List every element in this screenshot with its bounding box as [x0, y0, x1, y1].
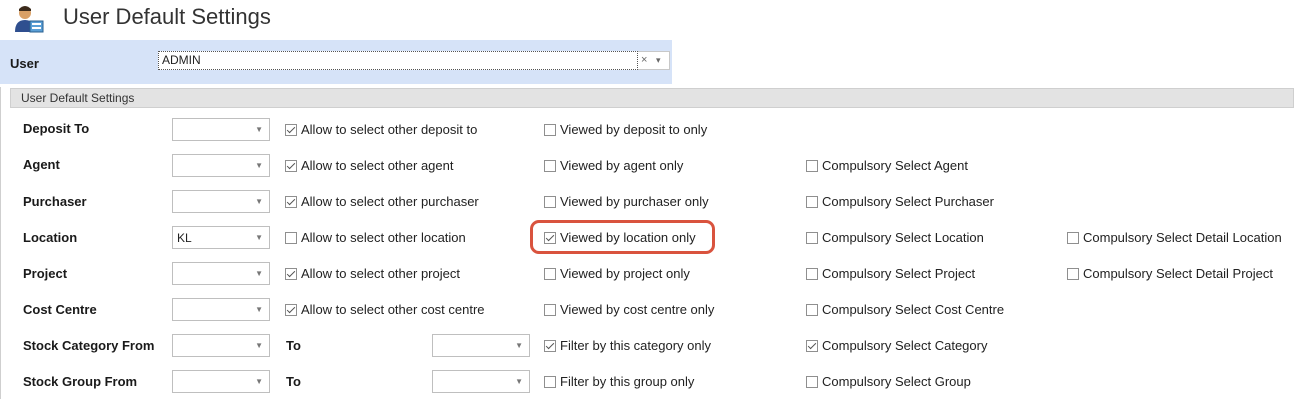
user-input[interactable]: ADMIN — [158, 51, 638, 70]
purchaser-combo[interactable]: ▼ — [172, 190, 270, 213]
chevron-down-icon: ▼ — [255, 125, 263, 134]
label-cost-centre: Cost Centre — [23, 302, 97, 317]
label-location: Location — [23, 230, 78, 245]
clear-icon[interactable]: × — [641, 54, 647, 66]
chevron-down-icon: ▼ — [515, 377, 523, 386]
user-label: User — [10, 56, 39, 71]
title-bar: User Default Settings — [0, 0, 1294, 38]
label-to: To — [286, 374, 301, 389]
chevron-down-icon: ▼ — [255, 161, 263, 170]
label-project: Project — [23, 266, 68, 281]
stock-group-to-combo[interactable]: ▼ — [432, 370, 530, 393]
allow-other-location-checkbox[interactable]: Allow to select other location — [285, 230, 466, 245]
stock-category-to-combo[interactable]: ▼ — [432, 334, 530, 357]
label-agent: Agent — [23, 157, 60, 172]
compulsory-detail-project-checkbox[interactable]: Compulsory Select Detail Project — [1067, 266, 1273, 281]
page-title: User Default Settings — [63, 4, 271, 29]
viewed-by-purchaser-checkbox[interactable]: Viewed by purchaser only — [544, 194, 709, 209]
cost-centre-combo[interactable]: ▼ — [172, 298, 270, 321]
location-combo[interactable]: KL ▼ — [172, 226, 270, 249]
chevron-down-icon: ▼ — [255, 197, 263, 206]
chevron-down-icon[interactable]: ▾ — [656, 55, 661, 66]
chevron-down-icon: ▼ — [255, 269, 263, 278]
compulsory-category-checkbox[interactable]: Compulsory Select Category — [806, 338, 987, 353]
deposit-to-combo[interactable]: ▼ — [172, 118, 270, 141]
group-title: User Default Settings — [21, 91, 135, 105]
compulsory-cost-centre-checkbox[interactable]: Compulsory Select Cost Centre — [806, 302, 1004, 317]
compulsory-detail-location-checkbox[interactable]: Compulsory Select Detail Location — [1067, 230, 1282, 245]
allow-other-agent-checkbox[interactable]: Allow to select other agent — [285, 158, 453, 173]
viewed-by-cost-centre-checkbox[interactable]: Viewed by cost centre only — [544, 302, 714, 317]
chevron-down-icon: ▼ — [255, 233, 263, 242]
compulsory-project-checkbox[interactable]: Compulsory Select Project — [806, 266, 975, 281]
allow-other-project-checkbox[interactable]: Allow to select other project — [285, 266, 460, 281]
chevron-down-icon: ▼ — [515, 341, 523, 350]
label-deposit-to: Deposit To — [23, 121, 90, 136]
project-combo[interactable]: ▼ — [172, 262, 270, 285]
viewed-by-location-checkbox[interactable]: Viewed by location only — [544, 230, 696, 245]
label-purchaser: Purchaser — [23, 194, 87, 209]
group-header: User Default Settings — [10, 88, 1294, 108]
filter-by-group-checkbox[interactable]: Filter by this group only — [544, 374, 694, 389]
label-stock-category-from: Stock Category From — [23, 338, 155, 353]
stock-category-from-combo[interactable]: ▼ — [172, 334, 270, 357]
allow-other-cost-centre-checkbox[interactable]: Allow to select other cost centre — [285, 302, 485, 317]
stock-group-from-combo[interactable]: ▼ — [172, 370, 270, 393]
location-combo-value: KL — [177, 231, 192, 245]
allow-other-deposit-checkbox[interactable]: Allow to select other deposit to — [285, 122, 477, 137]
viewed-by-deposit-checkbox[interactable]: Viewed by deposit to only — [544, 122, 707, 137]
label-stock-group-from: Stock Group From — [23, 374, 138, 389]
viewed-by-agent-checkbox[interactable]: Viewed by agent only — [544, 158, 683, 173]
user-settings-icon — [15, 6, 44, 33]
chevron-down-icon: ▼ — [255, 377, 263, 386]
label-to: To — [286, 338, 301, 353]
chevron-down-icon: ▼ — [255, 305, 263, 314]
allow-other-purchaser-checkbox[interactable]: Allow to select other purchaser — [285, 194, 479, 209]
chevron-down-icon: ▼ — [255, 341, 263, 350]
compulsory-purchaser-checkbox[interactable]: Compulsory Select Purchaser — [806, 194, 994, 209]
agent-combo[interactable]: ▼ — [172, 154, 270, 177]
compulsory-location-checkbox[interactable]: Compulsory Select Location — [806, 230, 984, 245]
viewed-by-project-checkbox[interactable]: Viewed by project only — [544, 266, 690, 281]
compulsory-group-checkbox[interactable]: Compulsory Select Group — [806, 374, 971, 389]
filter-by-category-checkbox[interactable]: Filter by this category only — [544, 338, 711, 353]
compulsory-agent-checkbox[interactable]: Compulsory Select Agent — [806, 158, 968, 173]
user-combo-buttons: × ▾ — [638, 51, 670, 70]
